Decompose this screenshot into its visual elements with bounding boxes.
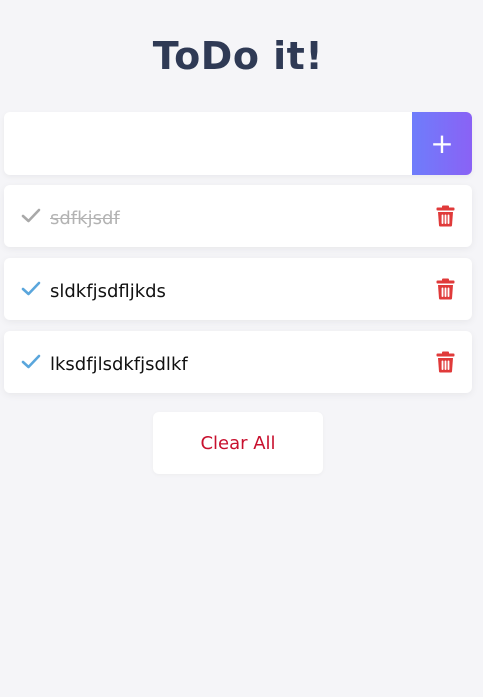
check-icon[interactable] [21,206,41,226]
new-todo-form: + [4,112,472,175]
trash-icon[interactable] [434,277,456,301]
todo-item: sdfkjsdf [4,185,472,247]
check-icon[interactable] [21,352,41,372]
page-title: ToDo it! [152,34,324,78]
trash-icon[interactable] [434,204,456,228]
todo-item: sldkfjsdfljkds [4,258,472,320]
todo-item-text: lksdfjlsdkfjsdlkf [50,353,188,375]
todo-app: ToDo it! + sdfkjsdf sldkfjsdfljkds lksdf… [0,0,483,697]
todo-item: lksdfjlsdkfjsdlkf [4,331,472,393]
check-icon[interactable] [21,279,41,299]
clear-all-button[interactable]: Clear All [153,412,323,474]
trash-icon[interactable] [434,350,456,374]
todo-list: sdfkjsdf sldkfjsdfljkds lksdfjlsdkfjsdlk… [4,185,472,404]
new-todo-input[interactable] [4,112,412,175]
todo-item-text: sldkfjsdfljkds [50,280,166,302]
add-todo-button[interactable]: + [412,112,472,175]
todo-item-text: sdfkjsdf [50,207,120,229]
